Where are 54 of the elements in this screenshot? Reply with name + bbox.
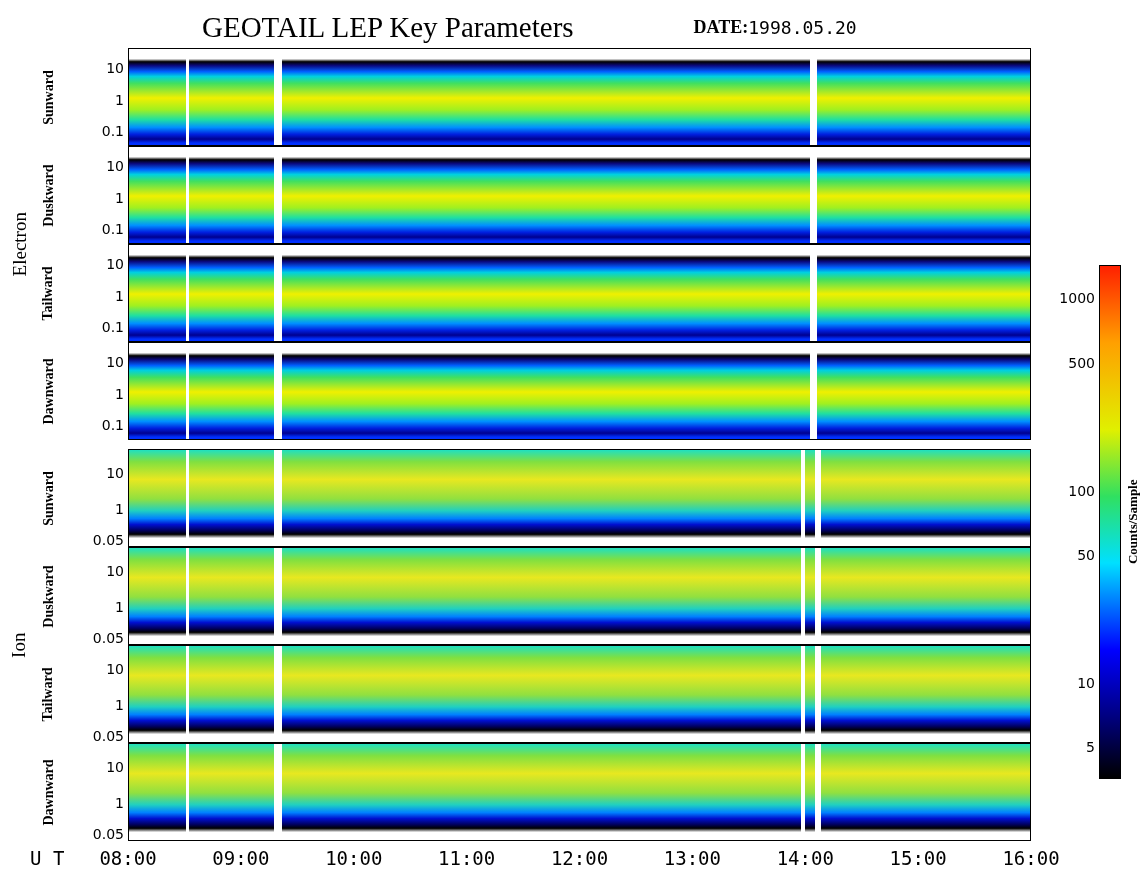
y-tick-label: 1 xyxy=(115,698,124,712)
panel-label: Dawnward xyxy=(39,758,57,826)
panel-label: Sunward xyxy=(39,69,57,125)
panel-label: Sunward xyxy=(39,470,57,526)
panel-label: Dawnward xyxy=(39,357,57,425)
colorbar-label: Counts/Sample xyxy=(1123,479,1141,565)
group-label: Ion xyxy=(7,632,31,658)
chart-title: GEOTAIL LEP Key Parameters xyxy=(202,13,574,45)
panel-label: Tailward xyxy=(39,667,57,721)
y-tick-label: 10 xyxy=(106,61,124,75)
colorbar-tick-label: 10 xyxy=(1077,676,1095,690)
y-tick-label: 0.05 xyxy=(92,729,124,743)
y-tick-label: 10 xyxy=(106,662,124,676)
y-tick-label: 10 xyxy=(106,466,124,480)
date-label: DATE: xyxy=(693,16,749,39)
panel-label: Duskward xyxy=(39,163,57,227)
y-tick-label: 0.05 xyxy=(92,533,124,547)
y-tick-label: 0.1 xyxy=(101,124,124,138)
y-tick-label: 0.1 xyxy=(101,222,124,236)
y-tick-label: 1 xyxy=(115,289,124,303)
x-tick-label: 08:00 xyxy=(99,849,157,868)
date-value: 1998.05.20 xyxy=(748,16,857,40)
x-tick-label: 16:00 xyxy=(1002,849,1060,868)
colorbar-tick-label: 500 xyxy=(1068,356,1095,370)
x-axis-label: U T xyxy=(30,849,65,868)
x-tick-label: 12:00 xyxy=(550,849,609,868)
x-tick-label: 13:00 xyxy=(663,849,721,868)
y-tick-label: 0.1 xyxy=(101,418,124,432)
y-tick-label: 0.05 xyxy=(92,827,124,841)
panel-label: Duskward xyxy=(39,564,57,628)
colorbar-tick-label: 100 xyxy=(1068,484,1095,498)
colorbar-tick-label: 5 xyxy=(1086,740,1095,754)
y-tick-label: 1 xyxy=(115,387,124,401)
x-tick-label: 10:00 xyxy=(325,849,383,868)
y-tick-label: 10 xyxy=(106,355,124,369)
y-tick-label: 10 xyxy=(106,564,124,578)
x-tick-label: 11:00 xyxy=(438,849,496,868)
panel-label: Tailward xyxy=(39,266,57,320)
y-tick-label: 10 xyxy=(106,159,124,173)
y-tick-label: 1 xyxy=(115,796,124,810)
group-label: Electron xyxy=(7,211,31,277)
y-tick-label: 0.05 xyxy=(92,631,124,645)
y-tick-label: 1 xyxy=(115,93,124,107)
x-tick-label: 15:00 xyxy=(889,849,947,868)
colorbar-tick-label: 50 xyxy=(1077,548,1095,562)
y-tick-label: 1 xyxy=(115,191,124,205)
y-tick-label: 10 xyxy=(106,760,124,774)
y-tick-label: 1 xyxy=(115,600,124,614)
y-tick-label: 10 xyxy=(106,257,124,271)
x-tick-label: 14:00 xyxy=(776,849,834,868)
y-tick-label: 0.1 xyxy=(101,320,124,334)
x-tick-label: 09:00 xyxy=(212,849,270,868)
y-tick-label: 1 xyxy=(115,502,124,516)
colorbar-tick-label: 1000 xyxy=(1059,291,1095,305)
